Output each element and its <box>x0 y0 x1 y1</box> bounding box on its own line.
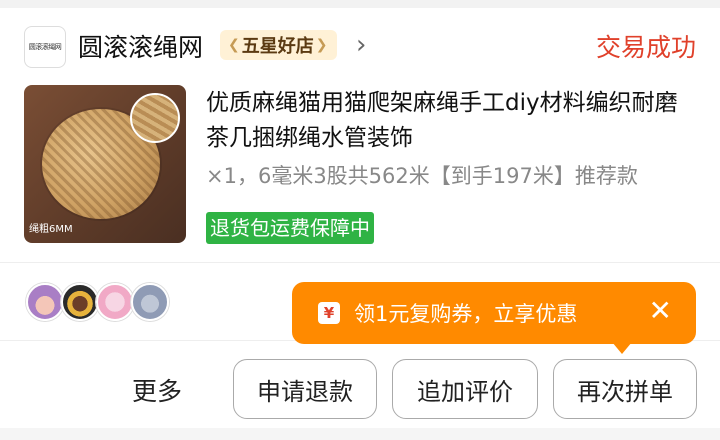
store-badge-label: 五星好店 <box>241 36 314 57</box>
product-image[interactable]: 绳粗6MM <box>24 85 186 243</box>
order-status: 交易成功 <box>595 33 696 62</box>
more-button[interactable]: 更多 <box>132 372 182 408</box>
reorder-button[interactable]: 再次拼单 <box>553 359 697 419</box>
divider <box>0 262 720 263</box>
store-badge[interactable]: ❮ 五星好店 ❯ <box>220 30 338 60</box>
avatar[interactable] <box>26 283 64 321</box>
return-shipping-tag: 退货包运费保障中 <box>206 212 374 244</box>
store-name[interactable]: 圆滚滚绳网 <box>78 28 203 64</box>
product-spec: ×1，6毫米3股共562米【到手197米】推荐款 <box>206 164 638 188</box>
rope-detail-graphic <box>130 93 180 143</box>
yen-icon: ¥ <box>318 302 340 324</box>
chevron-right-icon[interactable]: › <box>356 30 366 60</box>
product-title[interactable]: 优质麻绳猫用猫爬架麻绳手工diy材料编织耐磨茶几捆绑绳水管装饰 <box>206 86 696 156</box>
avatar[interactable] <box>96 283 134 321</box>
coupon-tooltip[interactable]: ¥ 领1元复购券，立享优惠 ✕ <box>292 282 696 344</box>
store-logo[interactable]: 圆滚滚绳网 <box>24 26 66 68</box>
laurel-left-icon: ❮ <box>228 37 240 53</box>
avatar[interactable] <box>61 283 99 321</box>
add-review-button[interactable]: 追加评价 <box>392 359 538 419</box>
avatar[interactable] <box>131 283 169 321</box>
order-card: 圆滚滚绳网 圆滚滚绳网 ❮ 五星好店 ❯ › 交易成功 绳粗6MM 优质麻绳猫用… <box>0 0 720 440</box>
laurel-right-icon: ❯ <box>315 37 328 53</box>
request-refund-button[interactable]: 申请退款 <box>233 359 377 419</box>
coupon-text[interactable]: 领1元复购券，立享优惠 <box>354 298 577 328</box>
tooltip-arrow <box>612 342 632 354</box>
close-icon[interactable]: ✕ <box>649 296 672 326</box>
top-band <box>0 0 720 8</box>
image-caption: 绳粗6MM <box>29 224 73 235</box>
bottom-band <box>0 428 720 440</box>
